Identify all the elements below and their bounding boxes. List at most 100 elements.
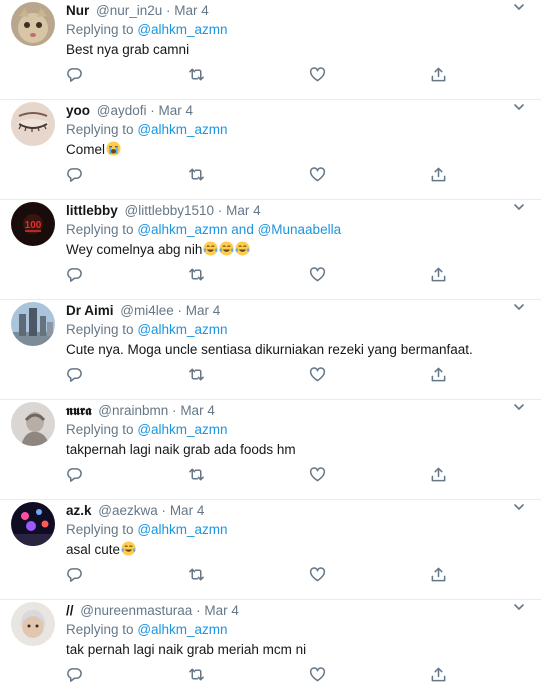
chevron-down-icon[interactable] bbox=[513, 602, 525, 612]
tweet[interactable]: Nur @nur_in2u · Mar 4 Replying to @alhkm… bbox=[0, 0, 541, 100]
tweet[interactable]: Dr Aimi @mi4lee · Mar 4 Replying to @alh… bbox=[0, 300, 541, 400]
heart-icon[interactable] bbox=[309, 466, 327, 484]
user-handle[interactable]: @nureenmasturaa bbox=[80, 603, 192, 618]
mention-link[interactable]: @alhkm_azmn bbox=[137, 522, 227, 537]
share-icon[interactable] bbox=[430, 566, 448, 584]
timestamp[interactable]: Mar 4 bbox=[174, 3, 209, 18]
replying-label: Replying to bbox=[66, 22, 134, 37]
retweet-icon[interactable] bbox=[188, 66, 206, 84]
replying-label: Replying to bbox=[66, 622, 134, 637]
share-icon[interactable] bbox=[430, 666, 448, 684]
mention-link[interactable]: @alhkm_azmn bbox=[137, 422, 227, 437]
mention-link[interactable]: @alhkm_azmn bbox=[137, 322, 227, 337]
replying-to: Replying to @alhkm_azmn bbox=[66, 520, 501, 540]
separator-dot: · bbox=[161, 503, 167, 518]
share-icon[interactable] bbox=[430, 466, 448, 484]
heart-icon[interactable] bbox=[309, 166, 327, 184]
tweet-header: yoo @aydofi · Mar 4 bbox=[66, 102, 501, 120]
tweet-text: Best nya grab camni bbox=[66, 40, 501, 60]
tweet-text-content: Wey comelnya abg nih bbox=[66, 242, 203, 257]
chevron-down-icon[interactable] bbox=[513, 202, 525, 212]
replying-to: Replying to @alhkm_azmn bbox=[66, 420, 501, 440]
chevron-down-icon[interactable] bbox=[513, 502, 525, 512]
tweet-actions bbox=[66, 266, 456, 284]
timestamp[interactable]: Mar 4 bbox=[180, 403, 215, 418]
tweet-actions bbox=[66, 66, 456, 84]
timestamp[interactable]: Mar 4 bbox=[226, 203, 261, 218]
retweet-icon[interactable] bbox=[188, 666, 206, 684]
display-name[interactable]: littlebby bbox=[66, 203, 118, 218]
tears-of-joy-emoji bbox=[203, 241, 218, 256]
tweet[interactable]: // @nureenmasturaa · Mar 4 Replying to @… bbox=[0, 600, 541, 684]
user-handle[interactable]: @nrainbmn bbox=[98, 403, 168, 418]
share-icon[interactable] bbox=[430, 166, 448, 184]
reply-icon[interactable] bbox=[66, 466, 84, 484]
replying-to: Replying to @alhkm_azmn bbox=[66, 620, 501, 640]
tweet[interactable]: yoo @aydofi · Mar 4 Replying to @alhkm_a… bbox=[0, 100, 541, 200]
display-name[interactable]: Nur bbox=[66, 3, 89, 18]
avatar[interactable] bbox=[11, 502, 55, 546]
chevron-down-icon[interactable] bbox=[513, 102, 525, 112]
mention-link[interactable]: @alhkm_azmn bbox=[137, 122, 227, 137]
user-handle[interactable]: @mi4lee bbox=[120, 303, 173, 318]
tweet-text: Wey comelnya abg nih bbox=[66, 240, 501, 260]
reply-icon[interactable] bbox=[66, 666, 84, 684]
timestamp[interactable]: Mar 4 bbox=[159, 103, 194, 118]
avatar[interactable] bbox=[11, 602, 55, 646]
heart-icon[interactable] bbox=[309, 366, 327, 384]
display-name[interactable]: 𝖓𝖚𝖗𝖆 bbox=[66, 403, 92, 418]
tweet-text-content: tak pernah lagi naik grab meriah mcm ni bbox=[66, 642, 307, 657]
share-icon[interactable] bbox=[430, 66, 448, 84]
tweet-header: Nur @nur_in2u · Mar 4 bbox=[66, 2, 501, 20]
tweet[interactable]: 𝖓𝖚𝖗𝖆 @nrainbmn · Mar 4 Replying to @alhk… bbox=[0, 400, 541, 500]
tears-of-joy-emoji bbox=[121, 541, 136, 556]
display-name[interactable]: az.k bbox=[66, 503, 92, 518]
tweet[interactable]: 100 littlebby @littlebby1510 · Mar 4 Rep… bbox=[0, 200, 541, 300]
avatar[interactable] bbox=[11, 302, 55, 346]
avatar[interactable] bbox=[11, 102, 55, 146]
tweet-text: Cute nya. Moga uncle sentiasa dikurniaka… bbox=[66, 340, 501, 360]
chevron-down-icon[interactable] bbox=[513, 402, 525, 412]
separator-dot: · bbox=[177, 303, 183, 318]
reply-icon[interactable] bbox=[66, 566, 84, 584]
heart-icon[interactable] bbox=[309, 266, 327, 284]
avatar[interactable] bbox=[11, 2, 55, 46]
mention-link[interactable]: @alhkm_azmn and @Munaabella bbox=[137, 222, 341, 237]
retweet-icon[interactable] bbox=[188, 166, 206, 184]
user-handle[interactable]: @aezkwa bbox=[98, 503, 157, 518]
user-handle[interactable]: @nur_in2u bbox=[96, 3, 162, 18]
avatar[interactable] bbox=[11, 402, 55, 446]
chevron-down-icon[interactable] bbox=[513, 2, 525, 12]
retweet-icon[interactable] bbox=[188, 566, 206, 584]
display-name[interactable]: Dr Aimi bbox=[66, 303, 114, 318]
reply-icon[interactable] bbox=[66, 66, 84, 84]
timestamp[interactable]: Mar 4 bbox=[186, 303, 221, 318]
loudly-crying-face-emoji bbox=[106, 141, 121, 156]
replying-to: Replying to @alhkm_azmn and @Munaabella bbox=[66, 220, 501, 240]
retweet-icon[interactable] bbox=[188, 466, 206, 484]
heart-icon[interactable] bbox=[309, 566, 327, 584]
share-icon[interactable] bbox=[430, 366, 448, 384]
mention-link[interactable]: @alhkm_azmn bbox=[137, 22, 227, 37]
user-handle[interactable]: @littlebby1510 bbox=[125, 203, 215, 218]
avatar[interactable]: 100 bbox=[11, 202, 55, 246]
timestamp[interactable]: Mar 4 bbox=[170, 503, 205, 518]
tweet-header: // @nureenmasturaa · Mar 4 bbox=[66, 602, 501, 620]
reply-icon[interactable] bbox=[66, 366, 84, 384]
display-name[interactable]: // bbox=[66, 603, 74, 618]
mention-link[interactable]: @alhkm_azmn bbox=[137, 622, 227, 637]
user-handle[interactable]: @aydofi bbox=[97, 103, 147, 118]
display-name[interactable]: yoo bbox=[66, 103, 90, 118]
tweet[interactable]: az.k @aezkwa · Mar 4 Replying to @alhkm_… bbox=[0, 500, 541, 600]
share-icon[interactable] bbox=[430, 266, 448, 284]
retweet-icon[interactable] bbox=[188, 266, 206, 284]
heart-icon[interactable] bbox=[309, 66, 327, 84]
retweet-icon[interactable] bbox=[188, 366, 206, 384]
reply-icon[interactable] bbox=[66, 166, 84, 184]
reply-icon[interactable] bbox=[66, 266, 84, 284]
heart-icon[interactable] bbox=[309, 666, 327, 684]
tweet-actions bbox=[66, 566, 456, 584]
replying-label: Replying to bbox=[66, 322, 134, 337]
chevron-down-icon[interactable] bbox=[513, 302, 525, 312]
timestamp[interactable]: Mar 4 bbox=[204, 603, 239, 618]
